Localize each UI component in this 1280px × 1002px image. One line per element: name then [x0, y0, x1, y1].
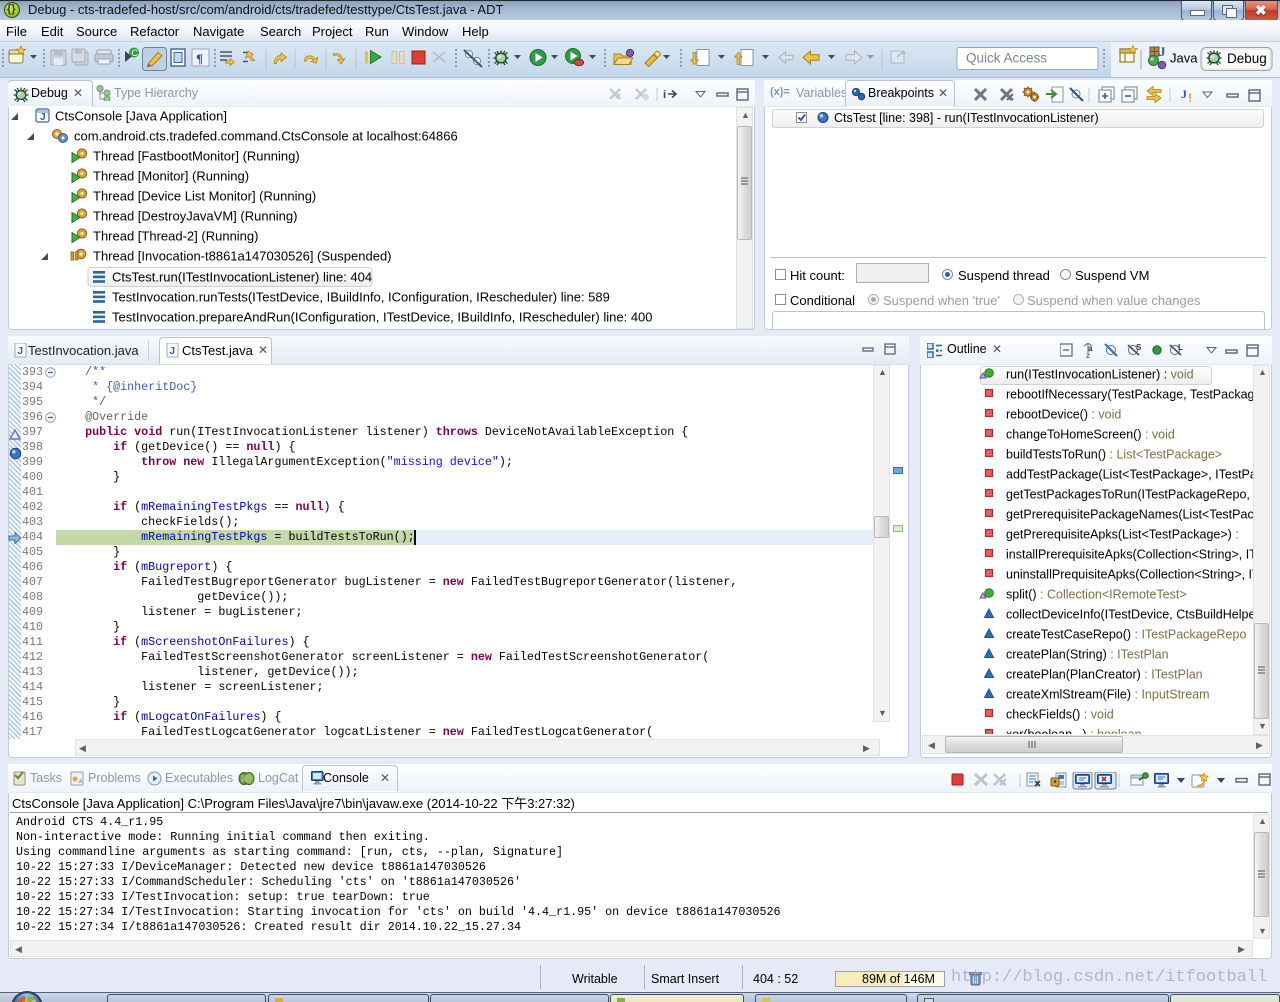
- svg-text:Thread [FastbootMonitor] (Runn: Thread [FastbootMonitor] (Running): [93, 149, 300, 164]
- svg-text:changeToHomeScreen() : void: changeToHomeScreen() : void: [1006, 428, 1175, 442]
- svg-text:J: J: [17, 346, 23, 357]
- svg-text:J: J: [169, 346, 175, 357]
- svg-text:J: J: [1159, 44, 1166, 59]
- svg-text:Quick Access: Quick Access: [966, 51, 1047, 66]
- svg-text:collectDeviceInfo(ITestDevice,: collectDeviceInfo(ITestDevice, CtsBuildH…: [1006, 608, 1253, 622]
- svg-text:split() : Collection<IRemoteTe: split() : Collection<IRemoteTest>: [1006, 588, 1187, 602]
- svg-text:xor(boolean...) : boolean: xor(boolean...) : boolean: [1006, 728, 1142, 735]
- svg-text:!: !: [1188, 91, 1192, 105]
- svg-text:Java: Java: [1170, 51, 1198, 66]
- svg-text:i: i: [663, 89, 666, 101]
- svg-text:¶: ¶: [196, 51, 203, 66]
- svg-text:rebootDevice() : void: rebootDevice() : void: [1006, 408, 1121, 422]
- svg-text:createTestCaseRepo() : ITestPa: createTestCaseRepo() : ITestPackageRepo: [1006, 628, 1246, 642]
- svg-text:TestInvocation.prepareAndRun(I: TestInvocation.prepareAndRun(IConfigurat…: [112, 310, 653, 325]
- svg-text:uninstallPrequisiteApks(Collec: uninstallPrequisiteApks(Collection<Strin…: [1006, 568, 1253, 582]
- svg-text:createXmlStream(File) : InputS: createXmlStream(File) : InputStream: [1006, 688, 1210, 702]
- svg-text:Thread [Thread-2] (Running): Thread [Thread-2] (Running): [93, 229, 258, 244]
- svg-text:Thread [DestroyJavaVM] (Runnin: Thread [DestroyJavaVM] (Running): [93, 209, 297, 224]
- svg-text:checkFields() : void: checkFields() : void: [1006, 708, 1114, 722]
- svg-text:C: C: [131, 48, 138, 58]
- svg-text:addTestPackage(List<TestPackag: addTestPackage(List<TestPackage>, ITestP…: [1006, 468, 1253, 482]
- svg-text:CtsConsole [Java Application]: CtsConsole [Java Application]: [55, 109, 227, 124]
- svg-text:Thread [Monitor] (Running): Thread [Monitor] (Running): [93, 169, 249, 184]
- svg-text:com.android.cts.tradefed.comma: com.android.cts.tradefed.command.CtsCons…: [74, 129, 458, 144]
- svg-text:J: J: [1181, 87, 1187, 101]
- svg-text:getPrerequisitePackageNames(Li: getPrerequisitePackageNames(List<TestPac…: [1006, 508, 1253, 522]
- svg-text:getTestPackagesToRun(ITestPack: getTestPackagesToRun(ITestPackageRepo, S…: [1006, 488, 1253, 502]
- svg-text:CtsTest.run(ITestInvocationLis: CtsTest.run(ITestInvocationListener) lin…: [112, 270, 372, 285]
- svg-text:rebootIfNecessary(TestPackage,: rebootIfNecessary(TestPackage, TestPacka…: [1006, 388, 1253, 402]
- svg-text:z: z: [1086, 351, 1090, 360]
- svg-text:createPlan(String) : ITestPlan: createPlan(String) : ITestPlan: [1006, 648, 1169, 662]
- svg-text:TestInvocation.runTests(ITestD: TestInvocation.runTests(ITestDevice, IBu…: [112, 290, 610, 305]
- svg-text:L: L: [1178, 343, 1183, 352]
- svg-text:S: S: [1136, 343, 1142, 352]
- svg-text:Thread [Invocation-t8861a14703: Thread [Invocation-t8861a147030526] (Sus…: [93, 249, 392, 264]
- svg-text:Debug: Debug: [1227, 51, 1267, 66]
- svg-text:createPlan(PlanCreator) : ITes: createPlan(PlanCreator) : ITestPlan: [1006, 668, 1203, 682]
- svg-text:run(ITestInvocationListener) :: run(ITestInvocationListener) : void: [1006, 368, 1194, 382]
- svg-text:buildTestsToRun() : List<TestP: buildTestsToRun() : List<TestPackage>: [1006, 448, 1222, 462]
- svg-text:getPrerequisiteApks(List<TestP: getPrerequisiteApks(List<TestPackage>) :: [1006, 528, 1239, 542]
- svg-text:Thread [Device List Monitor] (: Thread [Device List Monitor] (Running): [93, 189, 316, 204]
- svg-text:J: J: [40, 112, 46, 123]
- svg-text:installPrerequisiteApks(Collec: installPrerequisiteApks(Collection<Strin…: [1006, 548, 1253, 562]
